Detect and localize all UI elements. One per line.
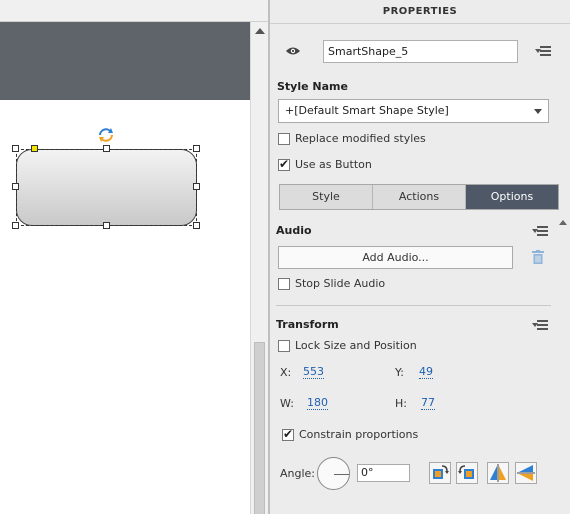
properties-panel: PROPERTIES Style Name +[Default Smart Sh… bbox=[270, 0, 570, 514]
style-name-dropdown[interactable]: +[Default Smart Shape Style] bbox=[278, 99, 549, 123]
rotate-counterclockwise-button[interactable] bbox=[456, 462, 478, 484]
flip-vertical-icon bbox=[517, 465, 535, 481]
resize-handle-right[interactable] bbox=[193, 183, 200, 190]
angle-needle bbox=[334, 474, 349, 475]
resize-handle-top[interactable] bbox=[103, 145, 110, 152]
rotate-clockwise-button[interactable] bbox=[429, 462, 451, 484]
checkbox-box[interactable] bbox=[278, 278, 290, 290]
height-label: H: bbox=[395, 397, 407, 410]
object-name-input[interactable] bbox=[323, 40, 518, 63]
checkbox-box[interactable] bbox=[278, 133, 290, 145]
selection-outline bbox=[16, 149, 197, 226]
flip-vertical-button[interactable] bbox=[515, 462, 537, 484]
scroll-up-arrow-icon[interactable] bbox=[255, 28, 265, 34]
checkbox-label: Use as Button bbox=[295, 158, 372, 171]
y-value[interactable]: 49 bbox=[419, 366, 433, 379]
style-name-label: Style Name bbox=[277, 80, 348, 93]
add-audio-button[interactable]: Add Audio... bbox=[278, 246, 513, 269]
audio-menu-icon[interactable] bbox=[532, 225, 548, 237]
tab-actions[interactable]: Actions bbox=[373, 185, 466, 209]
checkbox-box[interactable] bbox=[282, 427, 294, 441]
scrollbar-thumb[interactable] bbox=[254, 342, 265, 514]
tab-options[interactable]: Options bbox=[466, 185, 558, 209]
slide-canvas[interactable] bbox=[0, 22, 250, 514]
stage-area bbox=[0, 0, 268, 514]
stage-vertical-scrollbar[interactable] bbox=[250, 22, 268, 514]
stage-ruler-strip bbox=[0, 0, 268, 22]
rotate-icon[interactable] bbox=[97, 126, 115, 144]
transform-section-label: Transform bbox=[276, 318, 339, 331]
checkbox-label: Replace modified styles bbox=[295, 132, 426, 145]
chevron-down-icon bbox=[534, 109, 542, 114]
transform-menu-icon[interactable] bbox=[532, 319, 548, 331]
resize-handle-bottom-left[interactable] bbox=[12, 222, 19, 229]
section-divider bbox=[276, 305, 551, 306]
smart-shape[interactable] bbox=[12, 145, 200, 229]
corner-radius-handle[interactable] bbox=[31, 145, 38, 152]
eye-icon[interactable] bbox=[285, 45, 301, 57]
width-label: W: bbox=[280, 397, 294, 410]
panel-scrollbar[interactable] bbox=[557, 212, 570, 514]
resize-handle-top-right[interactable] bbox=[193, 145, 200, 152]
resize-handle-top-left[interactable] bbox=[12, 145, 19, 152]
resize-handle-bottom[interactable] bbox=[103, 222, 110, 229]
flip-horizontal-button[interactable] bbox=[487, 462, 509, 484]
angle-dial[interactable] bbox=[317, 457, 350, 490]
width-value[interactable]: 180 bbox=[307, 397, 328, 410]
checkbox-label: Constrain proportions bbox=[299, 428, 419, 441]
checkbox-box[interactable] bbox=[278, 340, 290, 352]
properties-tabs: Style Actions Options bbox=[279, 184, 559, 210]
checkbox-label: Stop Slide Audio bbox=[295, 277, 386, 290]
checkbox-box[interactable] bbox=[278, 157, 290, 171]
resize-handle-left[interactable] bbox=[12, 183, 19, 190]
tab-style[interactable]: Style bbox=[280, 185, 373, 209]
rotate-clockwise-icon bbox=[433, 465, 449, 479]
y-label: Y: bbox=[395, 366, 404, 379]
height-value[interactable]: 77 bbox=[421, 397, 435, 410]
panel-title: PROPERTIES bbox=[270, 0, 570, 24]
angle-label: Angle: bbox=[280, 467, 316, 480]
checkbox-label: Lock Size and Position bbox=[295, 339, 417, 352]
slide-header-band bbox=[0, 22, 250, 100]
x-value[interactable]: 553 bbox=[303, 366, 324, 379]
panel-menu-icon[interactable] bbox=[535, 45, 551, 57]
angle-input[interactable]: 0° bbox=[357, 464, 410, 482]
scroll-up-arrow-icon[interactable] bbox=[559, 220, 567, 225]
rotate-counterclockwise-icon bbox=[458, 465, 474, 479]
x-label: X: bbox=[280, 366, 292, 379]
audio-section-label: Audio bbox=[276, 224, 312, 237]
style-name-value: +[Default Smart Shape Style] bbox=[285, 104, 449, 117]
resize-handle-bottom-right[interactable] bbox=[193, 222, 200, 229]
flip-horizontal-icon bbox=[490, 464, 506, 482]
trash-icon[interactable] bbox=[532, 250, 544, 264]
